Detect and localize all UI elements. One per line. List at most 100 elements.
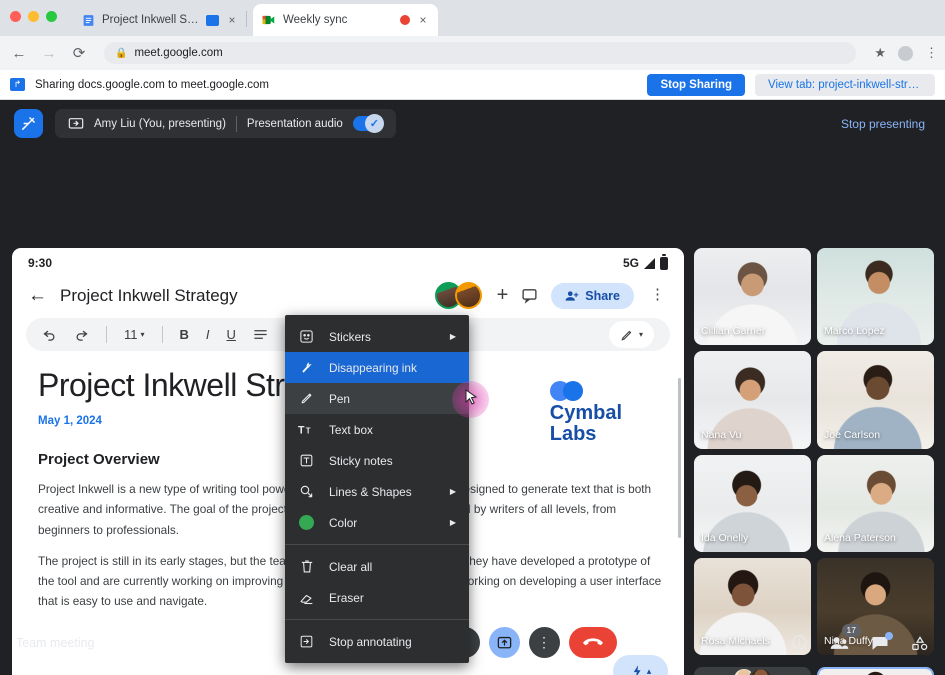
battery-icon [660, 257, 668, 270]
browser-tab-meet[interactable]: Weekly sync × [253, 4, 438, 36]
status-time: 9:30 [28, 256, 52, 270]
menu-item-label: Sticky notes [329, 454, 456, 468]
participant-name: Marco Lopez [824, 325, 885, 337]
meet-status-icons: 17 [791, 634, 929, 651]
minimize-window-button[interactable] [28, 11, 39, 22]
menu-item-label: Color [329, 516, 436, 530]
tab-divider [246, 11, 247, 27]
menu-item-label: Clear all [329, 560, 456, 574]
people-panel-icon[interactable]: 17 [830, 635, 849, 651]
share-label: Share [585, 289, 620, 303]
window-traffic-lights[interactable] [10, 11, 57, 22]
trash-icon [298, 559, 315, 574]
reload-button[interactable]: ⟳ [70, 44, 88, 62]
stop-presenting-button[interactable]: Stop presenting [841, 117, 931, 131]
meet-app: Amy Liu (You, presenting) Presentation a… [0, 100, 945, 675]
browser-menu-icon[interactable]: ⋮ [925, 49, 935, 57]
menu-divider [285, 619, 469, 620]
menu-item-pen[interactable]: Pen [285, 383, 469, 414]
avatar [455, 282, 482, 309]
view-tab-button[interactable]: View tab: project-inkwell-stra… [755, 74, 935, 96]
pen-tool-button[interactable]: ▾ [609, 321, 654, 348]
redo-icon[interactable] [74, 327, 89, 342]
phone-status-bar: 9:30 5G [12, 248, 684, 278]
color-swatch-icon [298, 515, 315, 530]
menu-item-stop-annotating[interactable]: Stop annotating [285, 626, 469, 657]
menu-item-sticky-notes[interactable]: Sticky notes [285, 445, 469, 476]
participant-tile[interactable]: Alena Paterson [817, 455, 934, 552]
align-icon[interactable] [253, 328, 268, 341]
more-options-button[interactable]: ⋮ [529, 627, 560, 658]
participant-tile[interactable]: Marco Lopez [817, 248, 934, 345]
add-button[interactable]: + [497, 284, 509, 307]
profile-avatar[interactable] [898, 46, 913, 61]
unread-indicator [885, 632, 893, 640]
chevron-right-icon: ▶ [450, 487, 456, 496]
signal-icon [644, 258, 655, 269]
comment-icon[interactable] [521, 287, 538, 304]
chevron-right-icon: ▶ [450, 332, 456, 341]
close-window-button[interactable] [10, 11, 21, 22]
bookmark-star-icon[interactable]: ★ [874, 45, 886, 61]
pen-icon [620, 328, 634, 342]
doc-back-button[interactable]: ← [28, 285, 47, 307]
exit-icon [298, 634, 315, 649]
menu-item-disappearing-ink[interactable]: Disappearing ink [285, 352, 469, 383]
recording-dot-icon [400, 15, 410, 25]
participant-tile[interactable]: Nana Vu [694, 351, 811, 448]
presenter-pill: Amy Liu (You, presenting) Presentation a… [55, 109, 396, 138]
close-tab-button[interactable]: × [417, 14, 429, 26]
present-now-button[interactable] [489, 627, 520, 658]
undo-icon[interactable] [42, 327, 57, 342]
participant-tile[interactable]: Ida Onelly [694, 455, 811, 552]
mouse-cursor-icon [465, 389, 478, 412]
underline-button[interactable]: U [227, 327, 236, 342]
screen-root: Project Inkwell Strategy × Weekly sync ×… [0, 0, 945, 675]
leave-call-button[interactable] [569, 627, 617, 658]
meeting-name: Team meeting [16, 636, 95, 650]
present-screen-icon [68, 117, 84, 131]
presentation-audio-toggle[interactable]: ✓ [353, 116, 383, 131]
italic-button[interactable]: I [206, 327, 210, 342]
tab-strip: Project Inkwell Strategy × Weekly sync × [0, 0, 945, 36]
menu-item-label: Text box [329, 423, 456, 437]
presentation-audio-label: Presentation audio [247, 118, 343, 130]
activities-icon[interactable] [911, 635, 929, 651]
chevron-down-icon: ▾ [639, 330, 643, 339]
annotation-tool-button[interactable] [14, 109, 43, 138]
divider [236, 116, 237, 132]
maximize-window-button[interactable] [46, 11, 57, 22]
doc-scrollbar[interactable] [678, 378, 681, 538]
divider [106, 326, 107, 343]
menu-item-lines-shapes[interactable]: Lines & Shapes ▶ [285, 476, 469, 507]
meeting-details-icon[interactable] [791, 634, 808, 651]
menu-item-stickers[interactable]: Stickers ▶ [285, 321, 469, 352]
chat-panel-icon[interactable] [871, 635, 889, 651]
bold-button[interactable]: B [180, 327, 189, 342]
logo-mark-icon [550, 381, 587, 403]
annotation-context-menu: Stickers ▶ Disappearing ink Pen TT Te [285, 315, 469, 663]
close-tab-button[interactable]: × [226, 14, 238, 26]
participant-name: Ida Onelly [701, 532, 748, 544]
address-bar[interactable]: 🔒 meet.google.com [104, 42, 856, 64]
stop-sharing-button[interactable]: Stop Sharing [647, 74, 745, 96]
collaborator-avatars[interactable] [435, 282, 482, 309]
presentation-bar: Amy Liu (You, presenting) Presentation a… [0, 100, 945, 147]
menu-item-clear-all[interactable]: Clear all [285, 551, 469, 582]
status-indicators: 5G [623, 256, 668, 270]
menu-item-label: Pen [329, 392, 456, 406]
menu-item-color[interactable]: Color ▶ [285, 507, 469, 538]
menu-item-eraser[interactable]: Eraser [285, 582, 469, 613]
font-size-selector[interactable]: 11 ▾ [124, 327, 145, 342]
menu-item-text-box[interactable]: TT Text box [285, 414, 469, 445]
participant-tile[interactable]: Joe Carlson [817, 351, 934, 448]
browser-tab-docs[interactable]: Project Inkwell Strategy × [72, 4, 247, 36]
divider [162, 326, 163, 343]
back-button[interactable]: ← [10, 44, 28, 62]
docs-icon [81, 13, 95, 27]
participant-tile[interactable]: Cillian Garner [694, 248, 811, 345]
doc-more-menu-icon[interactable]: ⋮ [647, 291, 668, 299]
doc-share-button[interactable]: Share [551, 283, 634, 309]
svg-text:T: T [298, 425, 305, 437]
forward-button[interactable]: → [40, 44, 58, 62]
